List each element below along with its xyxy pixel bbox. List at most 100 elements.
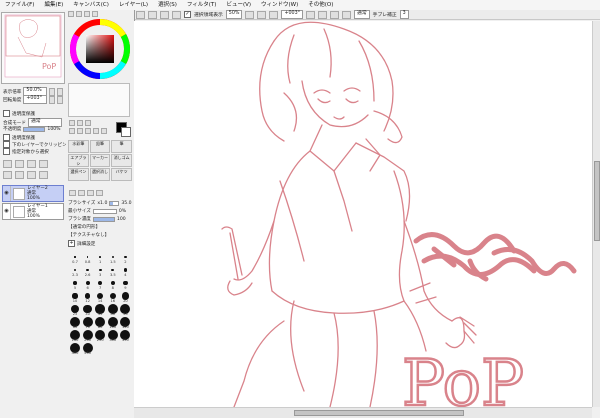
deselect-button[interactable]	[148, 10, 157, 19]
clear-layer-button[interactable]	[15, 171, 24, 179]
menu-window[interactable]: ウィンドウ(W)	[256, 0, 303, 10]
menu-select[interactable]: 選択(S)	[153, 0, 182, 10]
density-slider[interactable]	[92, 216, 115, 222]
tool-select-eraser[interactable]: 選択消し	[89, 168, 111, 181]
tool-bucket[interactable]: バケツ	[111, 168, 132, 181]
canvas[interactable]: PoP	[134, 21, 592, 407]
menu-file[interactable]: ファイル(F)	[0, 0, 39, 10]
invert-selection-button[interactable]	[160, 10, 169, 19]
brush-size-preset[interactable]: 500	[81, 343, 95, 355]
zoom-reset-button[interactable]	[269, 10, 279, 19]
brush-size-preset[interactable]: 120	[118, 317, 132, 329]
menu-layer[interactable]: レイヤー(L)	[114, 0, 153, 10]
move-icon[interactable]	[69, 128, 75, 134]
layer-item-1[interactable]: ◉ レイヤー1 通常 100%	[2, 203, 64, 220]
brush-size-preset[interactable]: 4	[118, 265, 132, 277]
tool-pencil[interactable]: 鉛筆	[89, 140, 111, 153]
tool-marker[interactable]: マーカー	[89, 154, 111, 167]
layer-buttons-2	[3, 171, 48, 179]
clip-checkbox[interactable]	[3, 141, 10, 148]
trash-icon[interactable]	[39, 171, 48, 179]
brush-shape-2[interactable]	[78, 190, 85, 196]
brush-shape-3[interactable]	[87, 190, 94, 196]
vertical-scrollbar[interactable]	[592, 21, 600, 407]
protect-checkbox[interactable]	[3, 110, 10, 117]
zoom-select[interactable]: 50%	[225, 10, 243, 19]
brush-shape-1[interactable]	[69, 190, 76, 196]
stabilizer-select[interactable]: 3	[399, 10, 409, 19]
new-folder-button[interactable]	[15, 160, 24, 168]
visibility-eye-icon[interactable]: ◉	[3, 186, 11, 201]
vertical-scroll-thumb[interactable]	[594, 161, 600, 241]
min-size-slider[interactable]	[92, 208, 117, 214]
brush-size-preset[interactable]: 50	[118, 304, 132, 316]
merge-down-button[interactable]	[3, 171, 12, 179]
rotate-left-button[interactable]	[306, 10, 316, 19]
color-wheel-mode-button[interactable]	[68, 11, 74, 17]
tool-eraser[interactable]: 消しゴム	[111, 154, 132, 167]
menu-filter[interactable]: フィルタ(T)	[182, 0, 222, 10]
layer-item-2[interactable]: ◉ レイヤー2 通常 100%	[2, 185, 64, 202]
scratch-pad[interactable]	[68, 83, 130, 117]
merge-visible-button[interactable]	[27, 171, 36, 179]
select-source-checkbox[interactable]	[3, 148, 10, 155]
tool-brush[interactable]: 筆	[111, 140, 132, 153]
brush-size-preset[interactable]: 20	[118, 291, 132, 303]
horizontal-scroll-thumb[interactable]	[294, 410, 464, 416]
show-selection-checkbox[interactable]: ✓	[184, 11, 191, 18]
swatch-mode-button[interactable]	[92, 11, 98, 17]
menu-view[interactable]: ビュー(V)	[221, 0, 256, 10]
stabilizer-label: 手ブレ補正	[372, 13, 397, 18]
horizontal-scrollbar[interactable]	[134, 407, 592, 418]
brush-texture-select[interactable]: 【テクスチャなし】	[68, 232, 109, 238]
rotate-icon[interactable]	[85, 128, 91, 134]
menu-edit[interactable]: 編集(E)	[39, 0, 68, 10]
brush-size-preset[interactable]: 2	[118, 252, 132, 264]
hsv-mode-button[interactable]	[84, 11, 90, 17]
brush-size-slider[interactable]	[109, 200, 120, 206]
opacity-label: 不透明度	[3, 127, 22, 132]
eyedropper-icon[interactable]	[101, 128, 107, 134]
blend-select[interactable]: 通常	[354, 10, 370, 19]
detail-toggle[interactable]: +	[68, 240, 75, 247]
rotate-reset-button[interactable]	[330, 10, 340, 19]
menu-other[interactable]: その他(O)	[303, 0, 338, 10]
brush-size-preset[interactable]: 350	[118, 330, 132, 342]
background-color-swatch[interactable]	[121, 127, 131, 137]
brush-size-preset-label: 50	[123, 312, 128, 316]
magic-wand-icon[interactable]	[85, 120, 91, 126]
color-wheel[interactable]	[70, 19, 130, 79]
zoom-out-button[interactable]	[245, 10, 255, 19]
delete-layer-button[interactable]	[39, 160, 48, 168]
visibility-eye-icon[interactable]: ◉	[3, 204, 11, 219]
zoom-icon[interactable]	[77, 128, 83, 134]
angle-value[interactable]: +003°	[23, 95, 48, 104]
tool-airbrush[interactable]: エアブラシ	[68, 154, 89, 167]
select-all-button[interactable]	[136, 10, 145, 19]
brush-shape-4[interactable]	[96, 190, 103, 196]
layer-thumbnail	[13, 205, 25, 218]
rgb-mode-button[interactable]	[76, 11, 82, 17]
protect-opacity-checkbox[interactable]	[3, 134, 10, 141]
brush-size-mult[interactable]: x1.0	[97, 201, 107, 206]
navigator-preview[interactable]: PoP	[1, 12, 65, 84]
rotation-select[interactable]: +003°	[281, 10, 304, 19]
flip-button[interactable]	[342, 10, 352, 19]
rotate-right-button[interactable]	[318, 10, 328, 19]
tool-select-pen[interactable]: 選択ペン	[68, 168, 89, 181]
new-layer-button[interactable]	[3, 160, 12, 168]
tool-watercolor[interactable]: 水彩筆	[68, 140, 89, 153]
zoom-in-icon[interactable]	[172, 10, 181, 19]
zoom-in-button[interactable]	[257, 10, 267, 19]
brush-size-preset[interactable]: 9	[118, 278, 132, 290]
brush-shape-select[interactable]: 【通常の円形】	[68, 224, 100, 230]
copy-layer-button[interactable]	[27, 160, 36, 168]
rect-select-icon[interactable]	[69, 120, 75, 126]
hand-icon[interactable]	[93, 128, 99, 134]
opacity-row: 不透明度 100%	[3, 126, 61, 132]
angle-minus-button[interactable]	[49, 95, 56, 104]
opacity-slider[interactable]	[23, 126, 46, 132]
lasso-icon[interactable]	[77, 120, 83, 126]
menu-canvas[interactable]: キャンバス(C)	[68, 0, 114, 10]
angle-plus-button[interactable]	[57, 95, 64, 104]
